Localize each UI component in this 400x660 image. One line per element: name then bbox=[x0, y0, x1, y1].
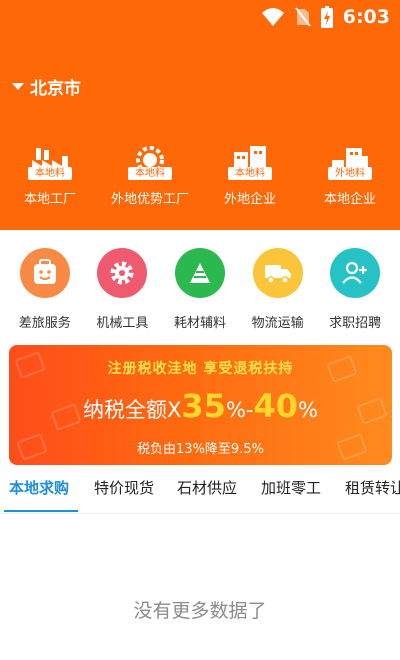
banner-main-text: 纳税全额X35%-40% bbox=[9, 387, 392, 425]
service-logistics[interactable]: 物流运输 bbox=[241, 248, 315, 331]
tab-special-stock[interactable]: 特价现货 bbox=[94, 476, 154, 514]
status-time: 6:03 bbox=[342, 6, 390, 28]
service-label: 求职招聘 bbox=[329, 316, 382, 331]
gear-icon bbox=[97, 248, 148, 298]
empty-state-text: 没有更多数据了 bbox=[133, 600, 267, 622]
factory-badge: 外地料 bbox=[328, 167, 372, 180]
building-icon: 本地料 bbox=[228, 146, 272, 182]
banner-percent-2: % bbox=[298, 398, 318, 422]
battery-charging-icon bbox=[320, 6, 333, 28]
tab-local-purchase[interactable]: 本地求购 bbox=[9, 476, 69, 514]
wifi-icon bbox=[261, 8, 284, 26]
banner-percent-1: %- bbox=[225, 398, 254, 422]
category-label: 本地企业 bbox=[323, 192, 376, 207]
status-icons: 6:03 bbox=[261, 6, 390, 28]
top-categories: 本地料 本地工厂 本地料 外地优势工厂 本地料 外地企业 外地料 本地企业 bbox=[0, 146, 400, 207]
caret-down-icon bbox=[12, 83, 24, 90]
app-screen: 6:03 北京市 本地料 本地工厂 本地料 外地优势工厂 本地料 外地企业 外地… bbox=[0, 0, 400, 660]
tab-overtime-jobs[interactable]: 加班零工 bbox=[261, 476, 321, 514]
category-tabs: 本地求购 特价现货 石材供应 加班零工 租赁转让 bbox=[0, 476, 400, 514]
tab-lease-transfer[interactable]: 租赁转让 bbox=[345, 476, 400, 514]
category-label: 外地优势工厂 bbox=[110, 192, 189, 207]
city-selector[interactable]: 北京市 bbox=[12, 74, 81, 99]
service-label: 差旅服务 bbox=[18, 316, 71, 331]
category-local-factory[interactable]: 本地料 本地工厂 bbox=[0, 146, 100, 207]
service-label: 物流运输 bbox=[251, 316, 304, 331]
category-remote-enterprise[interactable]: 本地料 外地企业 bbox=[200, 146, 300, 207]
service-jobs[interactable]: 求职招聘 bbox=[318, 248, 392, 331]
banner-prefix: 纳税全额X bbox=[83, 398, 182, 422]
factory-badge: 本地料 bbox=[228, 167, 272, 180]
service-grid: 差旅服务 机械工具 耗材辅料 物流运输 求职招聘 bbox=[0, 248, 400, 331]
category-label: 本地工厂 bbox=[23, 192, 76, 207]
service-consumables[interactable]: 耗材辅料 bbox=[163, 248, 237, 331]
tab-stone-supply[interactable]: 石材供应 bbox=[177, 476, 237, 514]
smile-face-icon bbox=[19, 248, 70, 298]
category-local-enterprise[interactable]: 外地料 本地企业 bbox=[300, 146, 400, 207]
banner-subtext: 税负由13%降至9.5% bbox=[137, 442, 264, 457]
banner-headline: 注册税收洼地 享受退税扶持 bbox=[107, 361, 294, 377]
category-remote-factory[interactable]: 本地料 外地优势工厂 bbox=[100, 146, 200, 207]
gear-factory-icon: 本地料 bbox=[128, 146, 172, 182]
tabs-divider bbox=[0, 513, 400, 514]
category-label: 外地企业 bbox=[223, 192, 276, 207]
header-panel: 6:03 北京市 本地料 本地工厂 本地料 外地优势工厂 本地料 外地企业 外地… bbox=[0, 0, 400, 230]
office-building-icon: 外地料 bbox=[328, 146, 372, 182]
status-bar: 6:03 bbox=[0, 0, 400, 36]
promo-banner[interactable]: 注册税收洼地 享受退税扶持 纳税全额X35%-40% 税负由13%降至9.5% bbox=[9, 345, 392, 465]
factory-icon: 本地料 bbox=[28, 146, 72, 182]
city-name: 北京市 bbox=[30, 79, 81, 99]
factory-badge: 本地料 bbox=[28, 167, 72, 180]
add-user-icon bbox=[330, 248, 381, 298]
active-tab-indicator bbox=[4, 510, 78, 512]
banner-number-2: 40 bbox=[253, 387, 299, 425]
no-sim-icon bbox=[294, 7, 311, 27]
truck-icon bbox=[252, 248, 303, 298]
factory-badge: 本地料 bbox=[128, 167, 172, 180]
banner-number-1: 35 bbox=[181, 387, 226, 425]
stack-icon bbox=[174, 248, 225, 298]
service-label: 耗材辅料 bbox=[173, 316, 226, 331]
service-travel[interactable]: 差旅服务 bbox=[8, 248, 82, 331]
service-label: 机械工具 bbox=[96, 316, 149, 331]
service-machinery[interactable]: 机械工具 bbox=[85, 248, 159, 331]
